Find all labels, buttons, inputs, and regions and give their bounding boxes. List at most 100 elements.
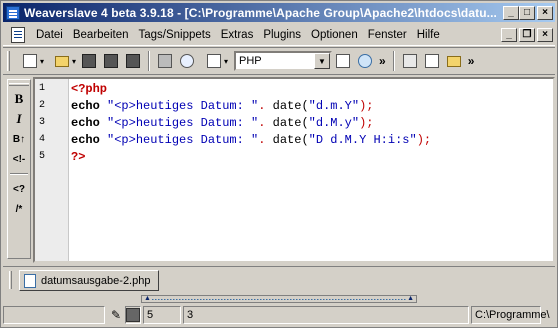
code-token: ); [359,115,374,130]
save-as-icon [104,54,118,68]
minimize-button[interactable]: _ [503,5,519,20]
language-select[interactable]: PHP ▼ [234,51,332,71]
menu-tags-snippets[interactable]: Tags/Snippets [133,29,215,41]
code-token: . [258,115,273,130]
code-token: "<p>heutiges Datum: " [107,132,259,147]
window-title: Weaverslave 4 beta 3.9.18 - [C:\Programm… [24,5,497,20]
paste-button[interactable] [443,50,465,72]
scroll-right-icon[interactable]: ▲ [407,295,414,302]
code-token: . [258,132,273,147]
menu-bearbeiten[interactable]: Bearbeiten [68,29,134,41]
code-token: date( [272,115,309,130]
find-icon [180,54,194,68]
status-column: 3 [183,306,469,324]
code-token: date( [272,132,309,147]
toolbar-grip[interactable] [7,51,10,71]
toolbar-separator-2 [392,51,395,71]
tab-document[interactable]: datumsausgabe-2.php [19,270,160,291]
format-separator [10,173,28,175]
code-area[interactable]: 1 <?php 2 echo "<p>heutiges Datum: ". date(… [35,79,553,165]
save-all-icon [126,54,140,68]
scroll-track [152,299,406,300]
status-bar: ✎ 5 3 C:\Programme\ [3,305,555,325]
horizontal-scroll-strip[interactable]: ▲ ▲ [141,295,417,303]
toolbar-overflow-chevron-2[interactable]: » [468,54,475,68]
preview-button[interactable] [198,50,230,72]
document-info-button[interactable] [332,50,354,72]
php-comment-button[interactable]: /* [8,199,30,219]
menu-fenster[interactable]: Fenster [363,29,412,41]
doc-close-button[interactable]: × [537,27,553,42]
code-line[interactable]: 1 <?php [35,80,553,97]
line-number: 1 [39,83,46,94]
code-token: "<p>heutiges Datum: " [107,98,259,113]
copy-button[interactable] [421,50,443,72]
format-toolbar: B I B↑ <!- <? /* [7,79,31,259]
code-token: "d.m.Y" [308,98,360,113]
browser-button[interactable] [354,50,376,72]
code-token: echo [71,132,108,147]
code-token: "d.M.y" [308,115,360,130]
scroll-left-icon[interactable]: ▲ [144,295,151,302]
code-token: ); [416,132,432,147]
save-all-button[interactable] [122,50,144,72]
chevron-down-icon[interactable]: ▼ [314,53,330,69]
print-button[interactable] [154,50,176,72]
document-info-icon [336,54,350,68]
toolbar: PHP ▼ » » [3,47,555,75]
code-editor[interactable]: 1 <?php 2 echo "<p>heutiges Datum: ". date(… [33,77,555,263]
menu-extras[interactable]: Extras [216,29,259,41]
cut-icon [402,54,417,68]
save-as-button[interactable] [100,50,122,72]
close-button[interactable]: × [537,5,553,20]
save-button[interactable] [78,50,100,72]
code-text: echo "<p>heutiges Datum: ". date("d.m.Y"… [69,99,374,113]
title-bar[interactable]: Weaverslave 4 beta 3.9.18 - [C:\Programm… [3,3,555,22]
preview-icon [207,54,221,68]
toolbar-overflow-chevron[interactable]: » [379,54,386,68]
code-token: <?php [71,81,108,96]
php-tag-button[interactable]: <? [8,179,30,199]
doc-minimize-button[interactable]: _ [501,27,517,42]
format-toolbar-grip[interactable] [9,83,29,86]
globe-icon [358,54,372,68]
toolbar-separator [148,51,150,71]
new-file-icon [23,54,37,68]
line-number: 3 [39,117,46,128]
break-button[interactable]: B↑ [8,129,30,149]
status-line: 5 [143,306,181,324]
folder-icon [55,55,69,67]
app-icon[interactable] [6,5,20,20]
menu-hilfe[interactable]: Hilfe [412,29,445,41]
code-token: echo [71,98,108,113]
open-file-button[interactable] [46,50,78,72]
menu-plugins[interactable]: Plugins [258,29,306,41]
tab-label: datumsausgabe-2.php [41,274,151,287]
cut-button[interactable] [399,50,421,72]
paste-icon [446,55,461,67]
disk-status-icon [126,308,140,322]
new-file-button[interactable] [14,50,46,72]
print-icon [158,54,172,68]
code-line[interactable]: 2 echo "<p>heutiges Datum: ". date("d.m.Y… [35,97,553,114]
status-path: C:\Programme\ [471,306,550,324]
code-line[interactable]: 5 ?> [35,148,553,165]
maximize-button[interactable]: □ [519,5,535,20]
menu-bar: Datei Bearbeiten Tags/Snippets Extras Pl… [3,24,555,46]
italic-button[interactable]: I [8,109,30,129]
menu-datei[interactable]: Datei [31,29,68,41]
document-icon[interactable] [11,26,25,43]
code-line[interactable]: 4 echo "<p>heutiges Datum: ". date("D d.M… [35,131,553,148]
code-token: ); [359,98,374,113]
comment-button[interactable]: <!- [8,149,30,169]
doc-restore-button[interactable]: ❐ [519,27,535,42]
tabbar-grip[interactable] [9,271,12,289]
document-tab-bar: datumsausgabe-2.php [3,266,555,292]
find-button[interactable] [176,50,198,72]
save-icon [82,54,96,68]
line-number: 5 [39,151,46,162]
menu-optionen[interactable]: Optionen [306,29,363,41]
code-text: echo "<p>heutiges Datum: ". date("d.M.y"… [69,116,374,130]
bold-button[interactable]: B [8,89,30,109]
code-line[interactable]: 3 echo "<p>heutiges Datum: ". date("d.M.y… [35,114,553,131]
